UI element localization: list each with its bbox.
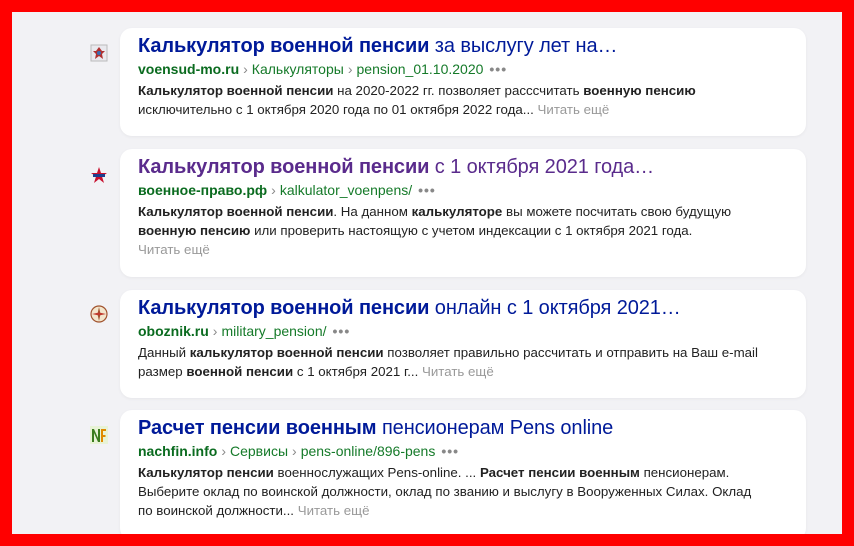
result-title-bold: Калькулятор военной пенсии <box>138 297 430 319</box>
result-url: военное-право.рф › kalkulator_voenpens/••• <box>138 180 790 200</box>
result-url: voensud-mo.ru › Калькуляторы › pension_01.10… <box>138 59 790 79</box>
snippet-highlight: Калькулятор военной пенсии <box>138 204 334 219</box>
result-snippet: Калькулятор военной пенсии. На данном ка… <box>138 202 790 259</box>
snippet-text: вы можете посчитать свою будущую <box>502 204 732 219</box>
result-snippet: Калькулятор пенсии военнослужащих Pens-o… <box>138 463 790 520</box>
star-emblem-icon <box>90 166 108 184</box>
compass-emblem-icon <box>90 305 108 323</box>
chevron-right-icon: › <box>221 443 226 459</box>
snippet-text: или проверить настоящую с учетом индекса… <box>250 223 693 238</box>
result-url: nachfin.info › Сервисы › pens-online/896-pen… <box>138 441 790 461</box>
result-title-link[interactable]: Калькулятор военной пенсии онлайн с 1 ок… <box>138 296 790 320</box>
snippet-highlight: калькуляторе <box>411 204 503 219</box>
chevron-right-icon: › <box>212 323 218 339</box>
snippet-highlight: Расчет пенсии военным <box>479 465 640 480</box>
snippet-highlight: Калькулятор пенсии <box>138 465 274 480</box>
snippet-highlight: калькулятор военной пенсии <box>189 345 384 360</box>
result-path-link[interactable]: Сервисы <box>230 443 288 459</box>
result-path-link[interactable]: Калькуляторы <box>252 61 344 77</box>
result-snippet: Калькулятор военной пенсии на 2020-2022 … <box>138 81 790 119</box>
result-title-link[interactable]: Калькулятор военной пенсии с 1 октября 2… <box>138 155 790 179</box>
result-card-2: Калькулятор военной пенсии с 1 октября 2… <box>120 149 806 277</box>
snippet-highlight: военную пенсию <box>583 83 696 98</box>
result-title-link[interactable]: Расчет пенсии военным пенсионерам Pens o… <box>138 416 790 440</box>
snippet-text: военнослужащих Pens-online. ... <box>273 465 480 480</box>
result-card-3: Калькулятор военной пенсии онлайн с 1 ок… <box>120 290 806 398</box>
snippet-text: с 1 октября 2021 г... <box>293 364 422 379</box>
result-path-link[interactable]: pens-online/896-pens <box>301 443 436 459</box>
snippet-highlight: Калькулятор военной пенсии <box>138 83 334 98</box>
more-options-icon[interactable]: ••• <box>483 61 507 77</box>
snippet-text: Данный <box>138 345 190 360</box>
result-card-1: Калькулятор военной пенсии за выслугу ле… <box>120 28 806 136</box>
result-path-link[interactable]: kalkulator_voenpens/ <box>280 182 412 198</box>
snippet-text: Выберите оклад по воинской должности, ок… <box>138 484 752 499</box>
result-path-link[interactable]: pension_01.10.2020 <box>357 61 484 77</box>
snippet-text: . На данном <box>333 204 412 219</box>
chevron-right-icon: › <box>243 61 248 77</box>
read-more-link[interactable]: Читать ещё <box>422 364 494 379</box>
chevron-right-icon: › <box>271 182 276 198</box>
snippet-text: позволяет правильно рассчитать и отправи… <box>383 345 758 360</box>
chevron-right-icon: › <box>347 61 353 77</box>
snippet-text: размер <box>138 364 187 379</box>
result-host-link[interactable]: oboznik.ru <box>138 323 209 339</box>
chevron-right-icon: › <box>292 443 297 459</box>
result-path-link[interactable]: military_pension/ <box>221 323 326 339</box>
result-host-link[interactable]: nachfin.info <box>138 443 217 459</box>
result-title-rest: за выслугу лет на… <box>429 35 618 57</box>
snippet-text: по воинской должности... <box>138 503 298 518</box>
search-results-page: Калькулятор военной пенсии за выслугу ле… <box>12 12 842 534</box>
read-more-link[interactable]: Читать ещё <box>138 242 210 257</box>
more-options-icon[interactable]: ••• <box>412 182 436 198</box>
result-card-4: Расчет пенсии военным пенсионерам Pens o… <box>120 410 806 534</box>
result-title-rest: пенсионерам Pens online <box>376 417 614 439</box>
result-snippet: Данный калькулятор военной пенсии позвол… <box>138 343 790 381</box>
result-host-link[interactable]: voensud-mo.ru <box>138 61 239 77</box>
snippet-highlight: военную пенсию <box>138 223 251 238</box>
snippet-text: на 2020-2022 гг. позволяет расссчитать <box>333 83 584 98</box>
read-more-link[interactable]: Читать ещё <box>538 102 610 117</box>
nf-logo-icon <box>90 426 108 444</box>
more-options-icon[interactable]: ••• <box>327 323 351 339</box>
result-title-rest: онлайн с 1 октября 2021… <box>429 297 681 319</box>
result-url: oboznik.ru › military_pension/••• <box>138 321 790 341</box>
result-title-rest: с 1 октября 2021 года… <box>429 156 655 178</box>
snippet-text: пенсионерам. <box>639 465 730 480</box>
voensud-emblem-icon <box>90 44 108 62</box>
snippet-highlight: военной пенсии <box>186 364 294 379</box>
result-host-link[interactable]: военное-право.рф <box>138 182 267 198</box>
result-title-bold: Расчет пенсии военным <box>138 417 377 439</box>
result-title-link[interactable]: Калькулятор военной пенсии за выслугу ле… <box>138 34 790 58</box>
result-title-bold: Калькулятор военной пенсии <box>138 35 430 57</box>
more-options-icon[interactable]: ••• <box>435 443 459 459</box>
snippet-text: исключительно с 1 октября 2020 года по 0… <box>138 102 538 117</box>
result-title-bold: Калькулятор военной пенсии <box>138 156 430 178</box>
read-more-link[interactable]: Читать ещё <box>298 503 370 518</box>
